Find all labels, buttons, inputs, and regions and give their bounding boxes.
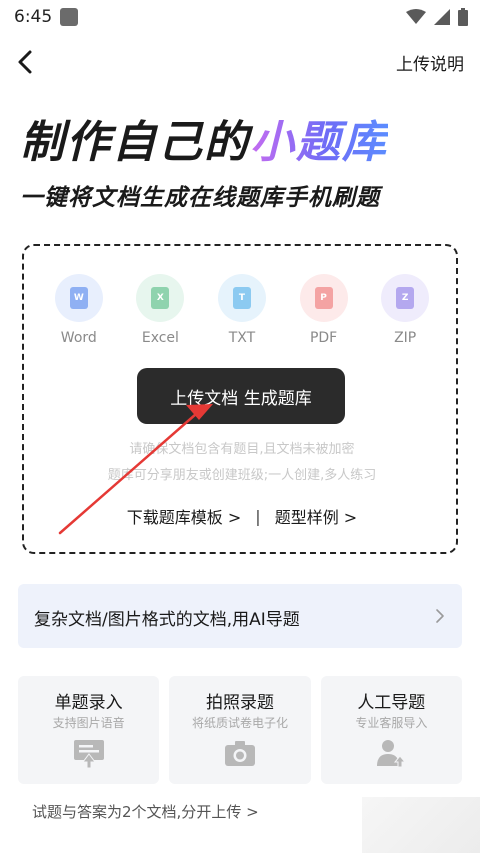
file-letter: P xyxy=(314,287,333,309)
excel-file-icon: X xyxy=(136,274,185,322)
pdf-file-icon: P xyxy=(299,274,348,322)
card-subtitle: 将纸质试卷电子化 xyxy=(191,716,288,730)
card-title: 拍照录题 xyxy=(205,693,274,713)
file-type-label: Excel xyxy=(141,330,179,346)
card-subtitle: 专业客服导入 xyxy=(355,716,428,730)
file-type-label: Word xyxy=(60,330,97,346)
card-subtitle: 支持图片语音 xyxy=(52,716,125,730)
status-time: 6:45 xyxy=(14,7,53,27)
file-type-label: PDF xyxy=(309,330,338,346)
signal-icon xyxy=(434,9,450,25)
status-bar: 6:45 xyxy=(0,0,480,34)
page-subtitle: 一键将文档生成在线题库手机刷题 xyxy=(20,185,380,211)
person-upload-icon xyxy=(377,740,407,768)
upload-hint-2: 题库可分享朋友或创建班级;一人创建,多人练习 xyxy=(107,468,377,483)
upload-help-link[interactable]: 上传说明 xyxy=(396,50,464,75)
upload-document-button[interactable]: 上传文档 生成题库 xyxy=(137,368,345,424)
back-arrow-icon[interactable] xyxy=(10,46,42,78)
camera-icon xyxy=(224,741,255,766)
file-type-excel: X Excel xyxy=(125,274,195,346)
notification-icon xyxy=(60,8,78,26)
file-letter: T xyxy=(232,287,251,309)
status-icons xyxy=(406,8,468,26)
battery-icon xyxy=(458,8,468,26)
card-title: 人工导题 xyxy=(357,693,426,713)
single-entry-card[interactable]: 单题录入 支持图片语音 xyxy=(18,676,160,784)
file-type-label: ZIP xyxy=(394,330,417,346)
file-letter: W xyxy=(69,287,88,309)
separate-upload-link[interactable]: 试题与答案为2个文档,分开上传 > xyxy=(32,801,259,822)
file-letter: X xyxy=(151,287,170,309)
link-separator: | xyxy=(255,506,261,526)
chevron-right-icon xyxy=(436,609,444,623)
import-options: 单题录入 支持图片语音 拍照录题 将纸质试卷电子化 人工导题 专业客服导入 xyxy=(18,676,462,784)
page-title: 制作自己的小题库 xyxy=(20,106,388,170)
upload-area: W Word X Excel T TXT P PDF Z ZIP 上传文档 生成题库 请确保文档包… xyxy=(22,244,458,554)
file-letter: Z xyxy=(396,287,415,309)
single-entry-icon xyxy=(73,740,104,768)
file-type-zip: Z ZIP xyxy=(370,274,440,346)
ai-banner-text: 复杂文档/图片格式的文档,用AI导题 xyxy=(34,610,300,630)
wifi-icon xyxy=(406,9,426,24)
title-main: 制作自己的 xyxy=(20,117,250,168)
txt-file-icon: T xyxy=(217,274,266,322)
card-title: 单题录入 xyxy=(54,693,123,713)
zip-file-icon: Z xyxy=(381,274,430,322)
file-type-list: W Word X Excel T TXT P PDF Z ZIP xyxy=(24,274,460,346)
photo-entry-card[interactable]: 拍照录题 将纸质试卷电子化 xyxy=(169,676,311,784)
file-type-txt: T TXT xyxy=(207,274,277,346)
nav-bar: 上传说明 xyxy=(0,40,480,84)
file-type-label: TXT xyxy=(228,330,256,346)
manual-import-card[interactable]: 人工导题 专业客服导入 xyxy=(320,676,462,784)
upload-hint-1: 请确保文档包含有题目,且文档未被加密 xyxy=(129,442,355,457)
download-template-link[interactable]: 下载题库模板 > xyxy=(127,504,242,528)
word-file-icon: W xyxy=(54,274,103,322)
template-links: 下载题库模板 > | 题型样例 > xyxy=(24,504,460,528)
question-samples-link[interactable]: 题型样例 > xyxy=(275,504,358,528)
file-type-pdf: P PDF xyxy=(289,274,359,346)
ai-import-banner[interactable]: 复杂文档/图片格式的文档,用AI导题 xyxy=(18,584,462,648)
corner-overlay xyxy=(362,797,480,853)
file-type-word: W Word xyxy=(44,274,114,346)
title-accent: 小题库 xyxy=(250,117,388,168)
